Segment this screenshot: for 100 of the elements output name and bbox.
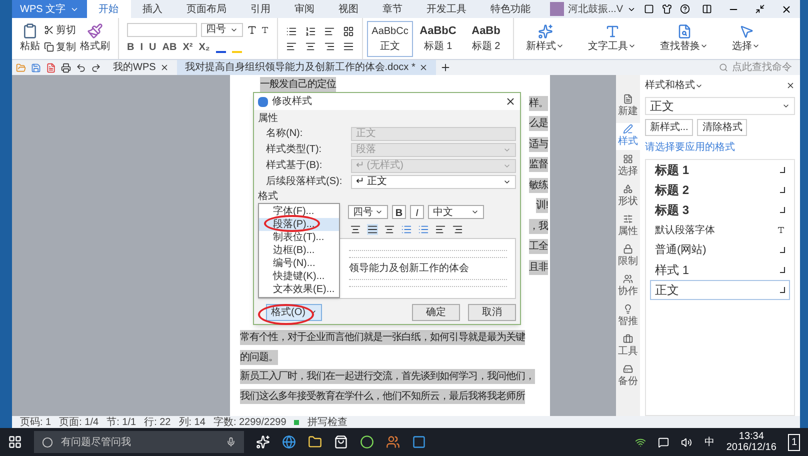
- ribbon-tab[interactable]: 开发工具: [414, 0, 479, 18]
- align-left-icon[interactable]: [286, 40, 297, 52]
- app-menu-button[interactable]: WPS 文字: [12, 0, 87, 18]
- font-size-select[interactable]: 四号: [348, 205, 388, 219]
- ok-button[interactable]: 确定: [412, 304, 460, 320]
- notification-count[interactable]: 1: [788, 434, 800, 450]
- paste-button[interactable]: 粘贴: [20, 23, 40, 54]
- style-list-item[interactable]: 标题 1: [650, 160, 790, 180]
- align-center-icon[interactable]: [305, 40, 316, 52]
- layout-icon[interactable]: [702, 4, 712, 14]
- close-icon[interactable]: [419, 63, 428, 72]
- bullet-list-icon[interactable]: [286, 26, 297, 36]
- restore-icon[interactable]: [755, 4, 765, 14]
- select-field[interactable]: ↵ 正文: [351, 174, 516, 188]
- indent-icon[interactable]: [435, 224, 446, 234]
- italic-button[interactable]: I: [410, 205, 424, 219]
- ime-indicator[interactable]: 中: [704, 434, 714, 450]
- ribbon-tab[interactable]: 章节: [370, 0, 415, 18]
- cut-button[interactable]: 剪切: [44, 22, 76, 38]
- save-icon[interactable]: [31, 62, 41, 72]
- ribbon-tab[interactable]: 审阅: [282, 0, 327, 18]
- font-format-button[interactable]: B: [127, 40, 134, 54]
- help-icon[interactable]: [680, 4, 690, 14]
- font-format-button[interactable]: AB: [162, 40, 177, 54]
- script-select[interactable]: 中文: [428, 205, 484, 219]
- sidebar-tab[interactable]: 协作: [616, 273, 640, 300]
- sidebar-tab[interactable]: 属性: [616, 213, 640, 240]
- sidebar-tab[interactable]: 形状: [616, 183, 640, 210]
- format-button[interactable]: 格式(O): [266, 304, 322, 320]
- menu-item[interactable]: 字体(F)...: [259, 205, 339, 218]
- ribbon-tool-button[interactable]: 文字工具: [576, 18, 648, 59]
- bold-button[interactable]: B: [392, 205, 406, 219]
- shirt-icon[interactable]: [662, 4, 672, 14]
- style-list-item[interactable]: 样式 1: [650, 260, 790, 280]
- spell-check-label[interactable]: 拼写检查: [307, 414, 348, 430]
- style-list-item[interactable]: 标题 3: [650, 200, 790, 220]
- ribbon-tab[interactable]: 视图: [326, 0, 371, 18]
- sidebar-tab[interactable]: 样式: [616, 123, 640, 150]
- panel-button[interactable]: 新样式...: [645, 119, 694, 136]
- redo-icon[interactable]: [91, 62, 101, 72]
- sidebar-tab[interactable]: 限制: [616, 243, 640, 270]
- grow-font-icon[interactable]: [247, 24, 257, 34]
- close-icon[interactable]: [781, 4, 792, 14]
- ribbon-tab[interactable]: 插入: [130, 0, 175, 18]
- style-gallery-item[interactable]: AaBbCc 正文: [367, 20, 413, 56]
- close-icon[interactable]: [786, 81, 795, 90]
- sidebar-tab[interactable]: 工具: [616, 333, 640, 360]
- sidebar-tab[interactable]: 备份: [616, 363, 640, 390]
- indent-icon[interactable]: [452, 224, 463, 234]
- store-icon[interactable]: [334, 435, 348, 449]
- font-format-button[interactable]: X₂: [198, 40, 210, 54]
- close-icon[interactable]: [160, 63, 169, 72]
- browser-icon[interactable]: [282, 435, 296, 449]
- justify-icon[interactable]: [343, 40, 354, 52]
- format-painter-button[interactable]: 格式刷: [80, 23, 110, 54]
- menu-item[interactable]: 段落(P)...: [259, 218, 339, 231]
- indent-icon[interactable]: [324, 26, 335, 36]
- numbered-list-icon[interactable]: [305, 26, 316, 36]
- style-gallery-item[interactable]: AaBb 标题 2: [463, 20, 509, 56]
- pdf-icon[interactable]: [46, 62, 56, 72]
- ribbon-tool-button[interactable]: 查找替换: [648, 18, 720, 59]
- style-gallery-item[interactable]: AaBbC 标题 1: [415, 20, 461, 56]
- undo-icon[interactable]: [76, 62, 86, 72]
- panel-button[interactable]: 清除格式: [697, 119, 748, 136]
- folder-icon[interactable]: [308, 435, 322, 449]
- table-icon[interactable]: [343, 26, 354, 36]
- menu-item[interactable]: 文本效果(E)...: [259, 283, 339, 296]
- ribbon-tab[interactable]: 引用: [238, 0, 283, 18]
- align-right-icon[interactable]: [324, 40, 335, 52]
- sidebar-tab[interactable]: 选择: [616, 153, 640, 180]
- ribbon-tab[interactable]: 页面布局: [174, 0, 239, 18]
- current-style-select[interactable]: 正文: [645, 97, 795, 115]
- font-size-select[interactable]: 四号: [201, 22, 243, 36]
- font-format-button[interactable]: I: [140, 40, 144, 54]
- menu-item[interactable]: 快捷键(K)...: [259, 270, 339, 283]
- line-spacing-icon[interactable]: [367, 224, 378, 234]
- ribbon-tab[interactable]: 特色功能: [478, 0, 543, 18]
- print-icon[interactable]: [61, 62, 71, 72]
- line-spacing-icon[interactable]: [350, 224, 361, 234]
- cancel-button[interactable]: 取消: [468, 304, 516, 320]
- style-list-item[interactable]: 普通(网站): [650, 240, 790, 260]
- taskbar-search-field[interactable]: 有问题尽管问我: [34, 431, 244, 453]
- font-format-button[interactable]: U: [149, 40, 156, 54]
- ribbon-tab[interactable]: 开始: [86, 0, 131, 18]
- menu-item[interactable]: 制表位(T)...: [259, 231, 339, 244]
- start-icon[interactable]: [8, 435, 22, 449]
- ribbon-tool-button[interactable]: 选择: [720, 18, 772, 59]
- copy-button[interactable]: 复制: [44, 40, 76, 54]
- style-list-item[interactable]: 正文: [650, 280, 790, 300]
- new-tab-icon[interactable]: [440, 62, 452, 73]
- sidebar-tab[interactable]: 新建: [616, 93, 640, 120]
- style-list-item[interactable]: 标题 2: [650, 180, 790, 200]
- document-tab[interactable]: 我的WPS: [105, 60, 177, 75]
- sidebar-tab[interactable]: 智推: [616, 303, 640, 330]
- font-format-button[interactable]: X²: [182, 40, 193, 54]
- menu-item[interactable]: 边框(B)...: [259, 244, 339, 257]
- shrink-font-icon[interactable]: [261, 26, 269, 34]
- line-spacing-icon[interactable]: [384, 224, 395, 234]
- document-tab[interactable]: 我对提高自身组织领导能力及创新工作的体会.docx *: [176, 60, 436, 75]
- close-icon[interactable]: [505, 96, 516, 107]
